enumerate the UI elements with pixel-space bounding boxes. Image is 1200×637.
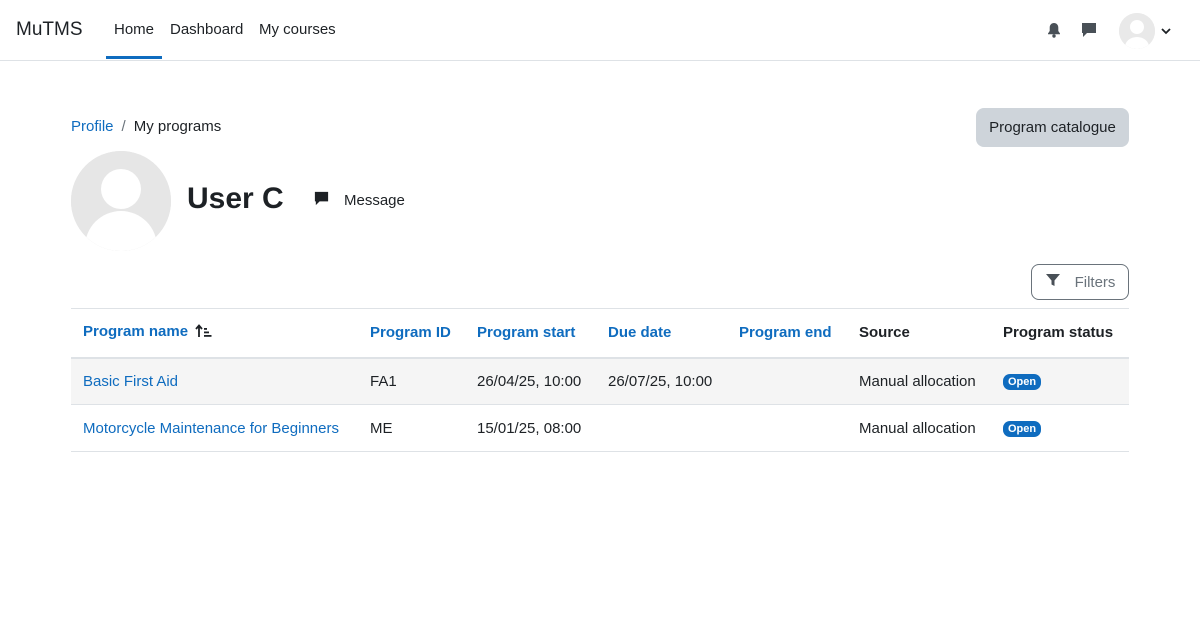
nav-dashboard[interactable]: Dashboard [170,21,243,38]
table-row: Basic First Aid FA1 26/04/25, 10:00 26/0… [71,357,1129,405]
profile-avatar [71,151,171,251]
filters-label: Filters [1074,273,1116,291]
cell-program-start: 26/04/25, 10:00 [465,357,596,405]
program-link[interactable]: Motorcycle Maintenance for Beginners [83,420,339,437]
top-navbar: MuTMS Home Dashboard My courses [0,0,1200,61]
status-badge: Open [1003,421,1042,437]
table-header-row: Program name Program ID Program start Du… [71,308,1129,359]
cell-program-end [727,357,847,405]
nav-my-courses[interactable]: My courses [259,21,336,38]
cell-program-start: 15/01/25, 08:00 [465,404,596,452]
message-button[interactable]: Message [313,190,405,211]
column-header-program-start[interactable]: Program start [465,308,596,359]
message-label: Message [344,192,405,209]
cell-program-status: Open [991,357,1129,405]
status-badge: Open [1003,374,1042,391]
cell-due-date: 26/07/25, 10:00 [596,357,727,405]
filters-button[interactable]: Filters [1031,264,1129,300]
message-icon [313,190,330,211]
nav-home[interactable]: Home [105,21,163,59]
chevron-down-icon[interactable] [1160,24,1172,36]
cell-program-name: Motorcycle Maintenance for Beginners [71,404,358,452]
cell-source: Manual allocation [847,357,991,405]
bell-icon[interactable] [1045,21,1063,39]
column-header-program-name[interactable]: Program name [71,308,358,359]
cell-program-id: FA1 [358,357,465,405]
column-header-program-status: Program status [991,308,1129,359]
cell-program-id: ME [358,404,465,452]
program-catalogue-button[interactable]: Program catalogue [976,108,1129,147]
breadcrumb: Profile / My programs [71,118,221,135]
table-row: Motorcycle Maintenance for Beginners ME … [71,404,1129,452]
column-header-program-end[interactable]: Program end [727,308,847,359]
column-header-source: Source [847,308,991,359]
program-link[interactable]: Basic First Aid [83,373,178,390]
cell-program-end [727,404,847,452]
cell-due-date [596,404,727,452]
programs-table: Program name Program ID Program start Du… [71,308,1129,452]
filter-icon [1045,272,1061,292]
cell-program-name: Basic First Aid [71,357,358,405]
breadcrumb-separator: / [121,118,126,135]
column-header-due-date[interactable]: Due date [596,308,727,359]
cell-source: Manual allocation [847,404,991,452]
breadcrumb-current: My programs [133,118,222,135]
site-brand[interactable]: MuTMS [16,19,83,41]
sort-ascending-icon [195,324,213,342]
cell-program-status: Open [991,404,1129,452]
breadcrumb-profile[interactable]: Profile [71,118,114,135]
chat-icon[interactable] [1080,21,1098,39]
profile-name: User C [187,182,284,215]
user-avatar[interactable] [1119,13,1155,49]
column-header-program-id[interactable]: Program ID [358,308,465,359]
